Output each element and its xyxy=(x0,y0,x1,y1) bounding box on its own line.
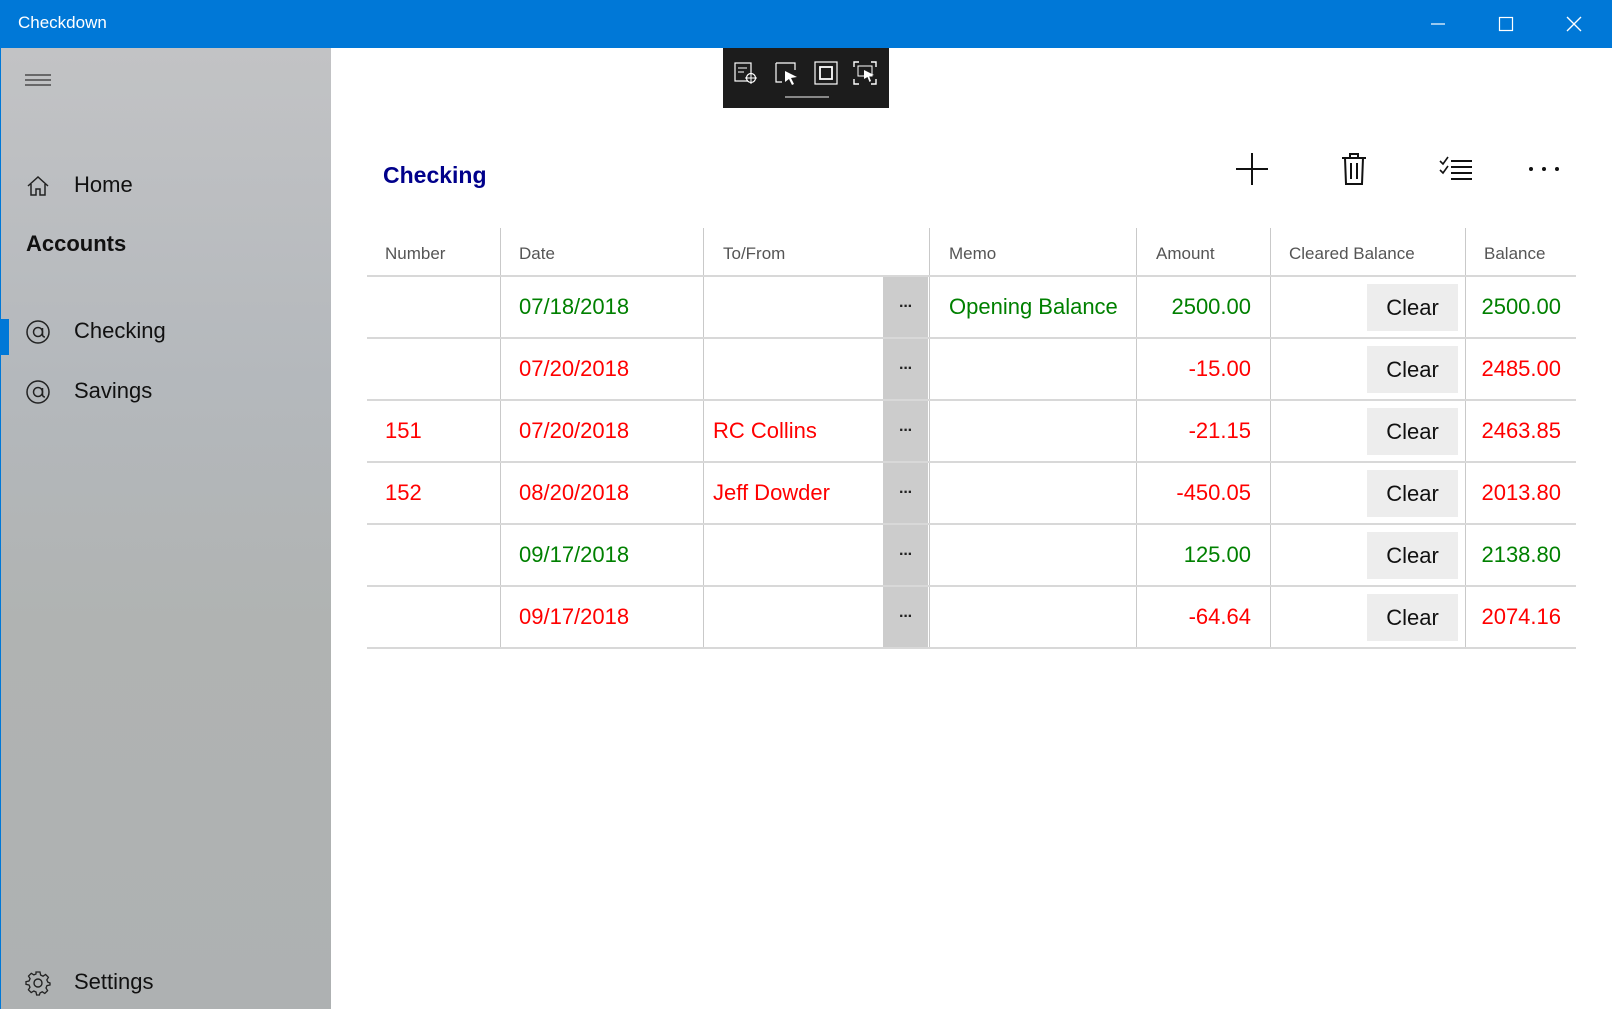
nav-item-settings[interactable]: Settings xyxy=(1,954,332,1009)
column-header-cleared-balance[interactable]: Cleared Balance xyxy=(1289,228,1415,275)
cell-tofrom[interactable]: Jeff Dowder xyxy=(713,463,830,523)
table-row[interactable]: 07/20/2018 ··· -15.00 Clear 2485.00 xyxy=(367,339,1576,401)
toolbar-grip[interactable] xyxy=(785,96,829,98)
cell-amount[interactable]: -21.15 xyxy=(1147,401,1251,461)
cell-number[interactable]: 151 xyxy=(385,401,422,461)
close-icon xyxy=(1566,16,1582,32)
delete-icon xyxy=(1342,153,1366,185)
maximize-button[interactable] xyxy=(1472,0,1540,48)
column-header-memo[interactable]: Memo xyxy=(949,228,996,275)
table-row[interactable]: 07/18/2018 ··· Opening Balance 2500.00 C… xyxy=(367,277,1576,339)
gear-icon xyxy=(25,970,51,996)
hamburger-menu-button[interactable] xyxy=(13,60,63,100)
table-row[interactable]: 151 07/20/2018 RC Collins ··· -21.15 Cle… xyxy=(367,401,1576,463)
cell-amount[interactable]: 125.00 xyxy=(1147,525,1251,585)
home-icon xyxy=(25,173,51,199)
display-layout-adorners-button[interactable] xyxy=(811,58,841,88)
column-header-amount[interactable]: Amount xyxy=(1156,228,1215,275)
cell-balance: 2500.00 xyxy=(1481,294,1561,319)
track-focus-icon xyxy=(853,61,877,85)
cell-number[interactable]: 152 xyxy=(385,463,422,523)
table-row[interactable]: 09/17/2018 ··· -64.64 Clear 2074.16 xyxy=(367,587,1576,649)
minimize-icon xyxy=(1431,23,1445,25)
title-bar: Checkdown xyxy=(0,0,1612,48)
cell-date[interactable]: 07/18/2018 xyxy=(519,277,629,337)
cell-tofrom[interactable]: RC Collins xyxy=(713,401,817,461)
clear-button[interactable]: Clear xyxy=(1367,594,1458,641)
cell-balance: 2463.85 xyxy=(1481,418,1561,443)
cell-date[interactable]: 07/20/2018 xyxy=(519,339,629,399)
column-header-tofrom[interactable]: To/From xyxy=(723,228,785,275)
clear-button[interactable]: Clear xyxy=(1367,284,1458,331)
more-options-button[interactable] xyxy=(1518,146,1570,192)
visual-tree-button[interactable] xyxy=(731,58,761,88)
nav-item-label: Home xyxy=(74,172,133,197)
clear-button[interactable]: Clear xyxy=(1367,346,1458,393)
add-button[interactable] xyxy=(1226,146,1278,192)
column-header-number[interactable]: Number xyxy=(385,228,445,275)
accounts-section-header: Accounts xyxy=(26,231,127,256)
at-icon xyxy=(25,379,51,405)
table-row[interactable]: 152 08/20/2018 Jeff Dowder ··· -450.05 C… xyxy=(367,463,1576,525)
hamburger-icon xyxy=(25,74,51,86)
live-visual-tree-icon xyxy=(734,62,757,84)
select-cursor-icon xyxy=(775,62,797,85)
select-element-button[interactable] xyxy=(771,58,801,88)
table-row[interactable]: 09/17/2018 ··· 125.00 Clear 2138.80 xyxy=(367,525,1576,587)
cell-amount[interactable]: -64.64 xyxy=(1147,587,1251,647)
debug-toolbar xyxy=(723,48,889,108)
cell-balance: 2485.00 xyxy=(1481,356,1561,381)
payee-menu-button[interactable]: ··· xyxy=(883,401,928,461)
delete-button[interactable] xyxy=(1328,146,1380,192)
cell-balance: 2074.16 xyxy=(1481,604,1561,629)
cell-date[interactable]: 08/20/2018 xyxy=(519,463,629,523)
clear-button[interactable]: Clear xyxy=(1367,408,1458,455)
payee-menu-button[interactable]: ··· xyxy=(883,463,928,523)
select-items-button[interactable] xyxy=(1430,146,1482,192)
page-title: Checking xyxy=(383,162,487,188)
cell-amount[interactable]: -450.05 xyxy=(1147,463,1251,523)
nav-item-label: Checking xyxy=(74,318,166,343)
maximize-icon xyxy=(1498,16,1514,32)
nav-item-savings[interactable]: Savings xyxy=(1,363,332,419)
nav-item-label: Settings xyxy=(74,969,154,994)
nav-item-checking[interactable]: Checking xyxy=(1,303,332,359)
close-button[interactable] xyxy=(1540,0,1608,48)
window-title: Checkdown xyxy=(18,13,107,32)
minimize-button[interactable] xyxy=(1404,0,1472,48)
column-header-date[interactable]: Date xyxy=(519,228,555,275)
cell-balance: 2013.80 xyxy=(1481,480,1561,505)
payee-menu-button[interactable]: ··· xyxy=(883,587,928,647)
cell-date[interactable]: 07/20/2018 xyxy=(519,401,629,461)
cell-balance: 2138.80 xyxy=(1481,542,1561,567)
clear-button[interactable]: Clear xyxy=(1367,532,1458,579)
track-focus-button[interactable] xyxy=(850,58,880,88)
cell-amount[interactable]: 2500.00 xyxy=(1147,277,1251,337)
payee-menu-button[interactable]: ··· xyxy=(883,339,928,399)
layout-adorner-icon xyxy=(814,61,838,85)
at-icon xyxy=(25,319,51,345)
clear-button[interactable]: Clear xyxy=(1367,470,1458,517)
checklist-icon xyxy=(1439,156,1472,180)
nav-item-label: Savings xyxy=(74,378,153,403)
add-icon xyxy=(1236,153,1268,185)
cell-amount[interactable]: -15.00 xyxy=(1147,339,1251,399)
more-icon xyxy=(1529,167,1559,171)
cell-memo[interactable]: Opening Balance xyxy=(949,277,1118,337)
cell-date[interactable]: 09/17/2018 xyxy=(519,525,629,585)
column-header-balance[interactable]: Balance xyxy=(1484,228,1545,275)
nav-item-home[interactable]: Home xyxy=(1,157,332,213)
payee-menu-button[interactable]: ··· xyxy=(883,525,928,585)
cell-date[interactable]: 09/17/2018 xyxy=(519,587,629,647)
navigation-pane: Home Accounts Checking Savings Settings xyxy=(0,48,331,1009)
payee-menu-button[interactable]: ··· xyxy=(883,277,928,337)
